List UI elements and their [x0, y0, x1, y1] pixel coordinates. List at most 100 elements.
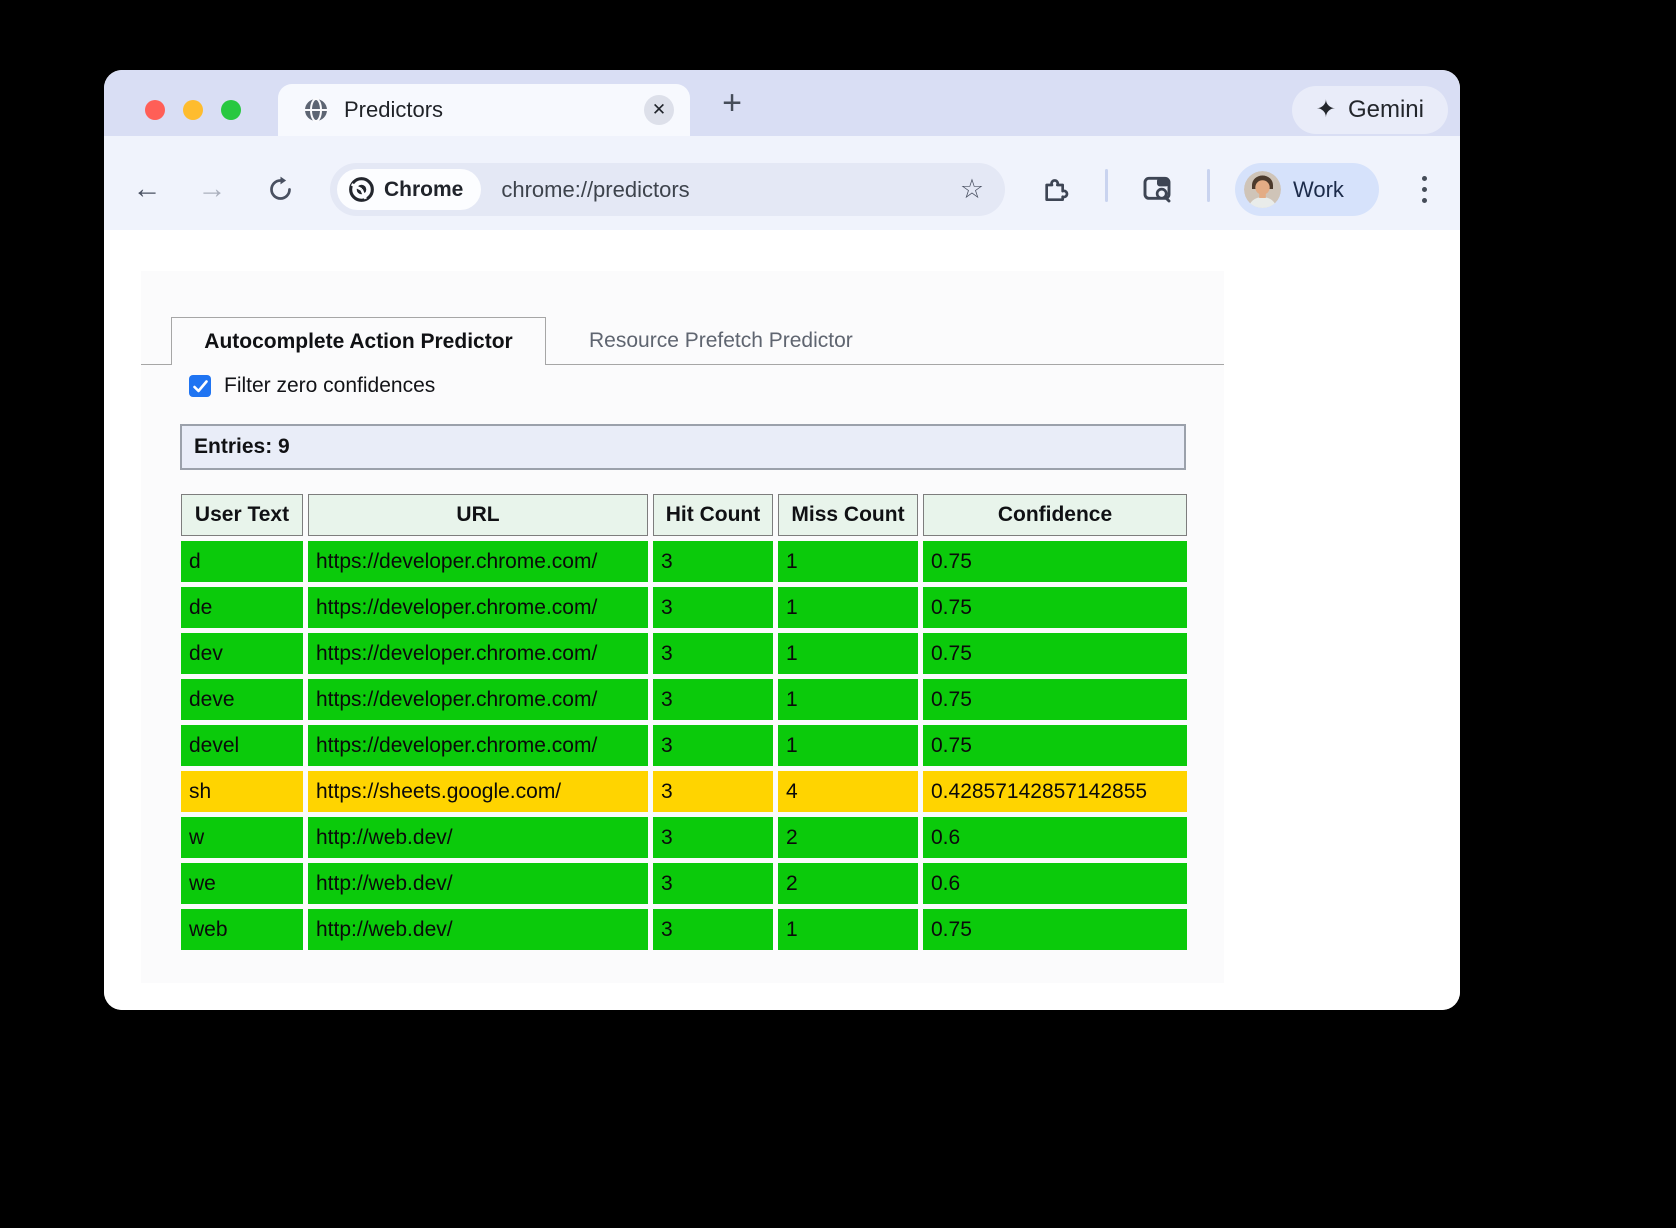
minimize-window-button[interactable]	[183, 100, 203, 120]
table-row: devhttps://developer.chrome.com/310.75	[181, 633, 1187, 674]
tab-strip: Predictors ✕ + ✦ Gemini	[104, 70, 1460, 136]
table-cell-user_text: de	[181, 587, 303, 628]
table-cell-user_text: d	[181, 541, 303, 582]
predictors-table: User TextURLHit CountMiss CountConfidenc…	[176, 489, 1192, 955]
table-cell-hit_count: 3	[653, 863, 773, 904]
url-text[interactable]: chrome://predictors	[501, 177, 957, 203]
column-header: User Text	[181, 494, 303, 536]
forward-button[interactable]: →	[193, 170, 231, 208]
table-cell-user_text: w	[181, 817, 303, 858]
window-controls	[145, 100, 241, 120]
tab-autocomplete-action-predictor[interactable]: Autocomplete Action Predictor	[171, 317, 546, 365]
table-cell-user_text: sh	[181, 771, 303, 812]
table-row: whttp://web.dev/320.6	[181, 817, 1187, 858]
column-header: URL	[308, 494, 648, 536]
table-cell-confidence: 0.6	[923, 817, 1187, 858]
avatar	[1244, 171, 1281, 208]
tab-title: Predictors	[344, 97, 644, 123]
globe-icon	[304, 98, 328, 122]
new-tab-button[interactable]: +	[710, 81, 754, 125]
close-window-button[interactable]	[145, 100, 165, 120]
table-cell-miss_count: 1	[778, 633, 918, 674]
table-cell-url: https://developer.chrome.com/	[308, 633, 648, 674]
table-row: dehttps://developer.chrome.com/310.75	[181, 587, 1187, 628]
site-chip[interactable]: Chrome	[337, 169, 481, 210]
table-cell-hit_count: 3	[653, 725, 773, 766]
tab-search-button[interactable]	[1137, 169, 1177, 209]
table-cell-miss_count: 1	[778, 541, 918, 582]
table-cell-user_text: web	[181, 909, 303, 950]
bookmark-star-icon[interactable]: ☆	[957, 175, 987, 205]
profile-label: Work	[1293, 177, 1344, 203]
table-cell-user_text: deve	[181, 679, 303, 720]
table-cell-miss_count: 1	[778, 725, 918, 766]
entries-count: Entries: 9	[180, 424, 1186, 470]
table-row: wehttp://web.dev/320.6	[181, 863, 1187, 904]
gemini-button[interactable]: ✦ Gemini	[1292, 86, 1448, 134]
table-cell-confidence: 0.42857142857142855	[923, 771, 1187, 812]
browser-tab-predictors[interactable]: Predictors ✕	[278, 84, 690, 136]
table-cell-confidence: 0.75	[923, 541, 1187, 582]
table-cell-miss_count: 1	[778, 909, 918, 950]
page-area: Autocomplete Action Predictor Resource P…	[104, 230, 1460, 1010]
browser-menu-button[interactable]	[1404, 169, 1444, 209]
menu-dot	[1422, 187, 1427, 192]
tab-resource-prefetch-predictor[interactable]: Resource Prefetch Predictor	[567, 318, 875, 364]
predictors-content: Autocomplete Action Predictor Resource P…	[141, 271, 1224, 983]
table-row: webhttp://web.dev/310.75	[181, 909, 1187, 950]
table-cell-miss_count: 4	[778, 771, 918, 812]
toolbar-divider	[1207, 169, 1210, 202]
table-cell-url: https://developer.chrome.com/	[308, 679, 648, 720]
tab-close-icon[interactable]: ✕	[644, 95, 674, 125]
window-search-icon	[1141, 173, 1173, 205]
table-cell-confidence: 0.75	[923, 633, 1187, 674]
site-chip-label: Chrome	[384, 178, 463, 202]
table-row: shhttps://sheets.google.com/340.42857142…	[181, 771, 1187, 812]
table-cell-url: http://web.dev/	[308, 863, 648, 904]
table-cell-hit_count: 3	[653, 771, 773, 812]
table-row: dhttps://developer.chrome.com/310.75	[181, 541, 1187, 582]
table-cell-hit_count: 3	[653, 541, 773, 582]
profile-button[interactable]: Work	[1235, 163, 1379, 216]
table-cell-confidence: 0.6	[923, 863, 1187, 904]
column-header: Confidence	[923, 494, 1187, 536]
screenshot-canvas: Predictors ✕ + ✦ Gemini ← →	[0, 0, 1676, 1228]
table-cell-url: http://web.dev/	[308, 909, 648, 950]
table-cell-confidence: 0.75	[923, 679, 1187, 720]
table-cell-url: https://developer.chrome.com/	[308, 725, 648, 766]
address-bar[interactable]: Chrome chrome://predictors ☆	[330, 163, 1005, 216]
predictors-table-body: dhttps://developer.chrome.com/310.75deht…	[181, 541, 1187, 950]
table-cell-miss_count: 1	[778, 587, 918, 628]
table-cell-user_text: devel	[181, 725, 303, 766]
reload-button[interactable]	[261, 170, 299, 208]
menu-dot	[1422, 176, 1427, 181]
filter-row: Filter zero confidences	[189, 374, 435, 398]
table-row: devehttps://developer.chrome.com/310.75	[181, 679, 1187, 720]
table-cell-url: https://developer.chrome.com/	[308, 541, 648, 582]
extensions-button[interactable]	[1036, 169, 1076, 209]
column-header: Hit Count	[653, 494, 773, 536]
puzzle-icon	[1040, 173, 1072, 205]
table-cell-hit_count: 3	[653, 679, 773, 720]
table-cell-confidence: 0.75	[923, 909, 1187, 950]
zoom-window-button[interactable]	[221, 100, 241, 120]
table-cell-hit_count: 3	[653, 587, 773, 628]
sparkle-icon: ✦	[1316, 98, 1336, 122]
table-cell-url: https://developer.chrome.com/	[308, 587, 648, 628]
browser-toolbar: ← → C	[104, 136, 1460, 230]
table-cell-miss_count: 2	[778, 863, 918, 904]
menu-dot	[1422, 198, 1427, 203]
table-cell-confidence: 0.75	[923, 587, 1187, 628]
table-cell-miss_count: 2	[778, 817, 918, 858]
column-header: Miss Count	[778, 494, 918, 536]
table-cell-user_text: we	[181, 863, 303, 904]
filter-zero-confidences-checkbox[interactable]	[189, 375, 211, 397]
back-button[interactable]: ←	[128, 170, 166, 208]
table-cell-confidence: 0.75	[923, 725, 1187, 766]
toolbar-divider	[1105, 169, 1108, 202]
filter-checkbox-label[interactable]: Filter zero confidences	[224, 374, 435, 398]
table-cell-hit_count: 3	[653, 817, 773, 858]
browser-window: Predictors ✕ + ✦ Gemini ← →	[104, 70, 1460, 1010]
table-cell-hit_count: 3	[653, 633, 773, 674]
table-cell-user_text: dev	[181, 633, 303, 674]
